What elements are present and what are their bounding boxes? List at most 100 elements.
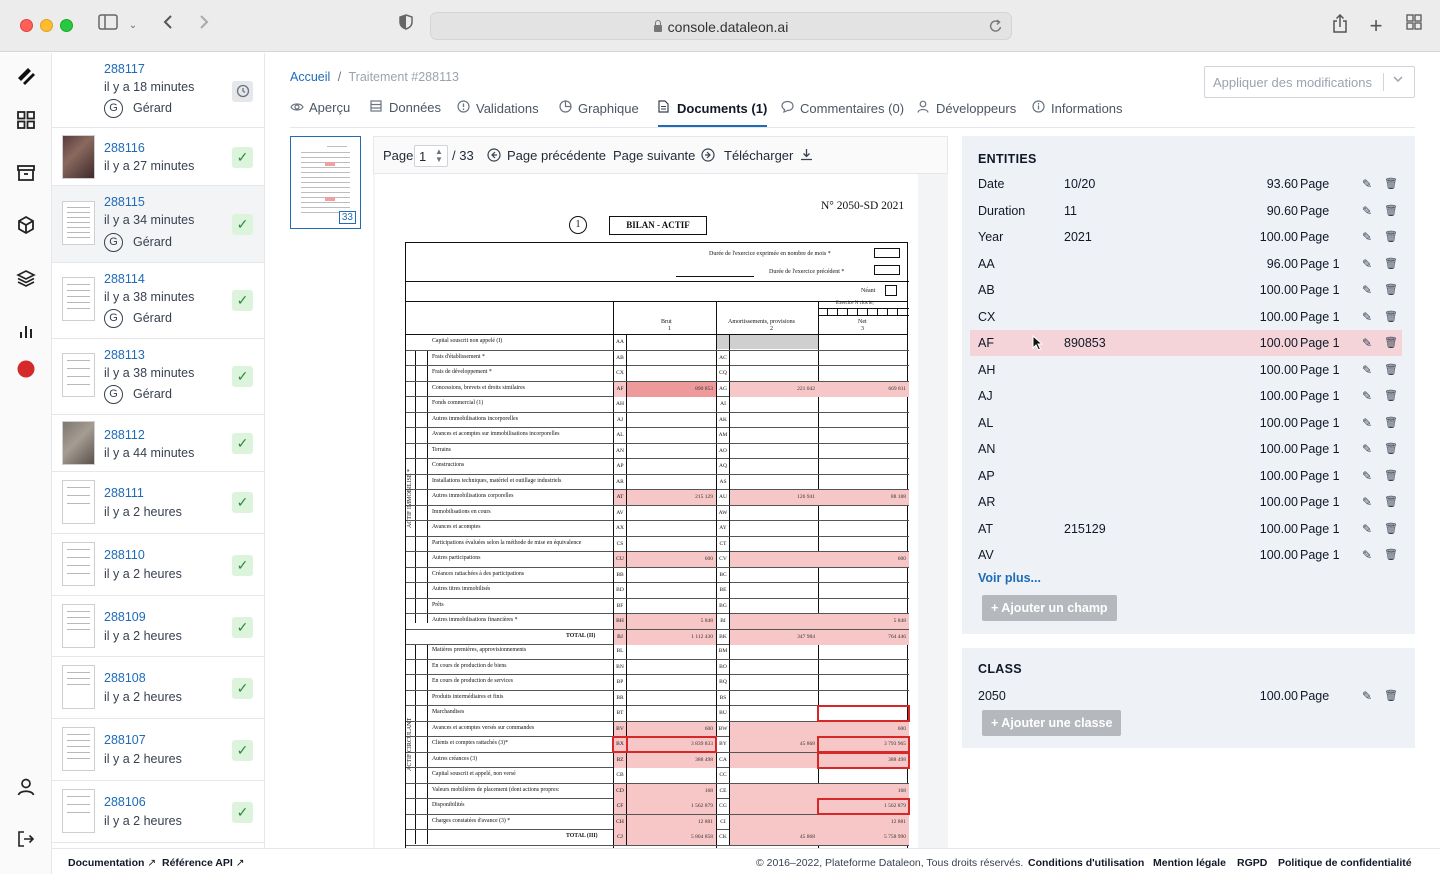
job-id[interactable]: 288116: [104, 141, 145, 155]
list-item[interactable]: 288111 il y a 2 heures ✓: [52, 472, 264, 534]
page-number-input[interactable]: 1 ▲ ▼: [414, 145, 448, 167]
trash-icon[interactable]: 🗑: [1384, 336, 1398, 349]
trash-icon[interactable]: 🗑: [1384, 389, 1398, 402]
edit-icon[interactable]: ✎: [1362, 283, 1372, 297]
job-id[interactable]: 288115: [104, 195, 145, 209]
list-item[interactable]: 288114 il y a 38 minutes G Gérard ✓: [52, 263, 264, 339]
entity-row[interactable]: AJ 100.00 Page 1 ✎ 🗑: [970, 383, 1402, 409]
reload-icon[interactable]: [989, 18, 1003, 37]
prev-page-button[interactable]: Page précédente: [487, 148, 606, 163]
trash-icon[interactable]: 🗑: [1384, 310, 1398, 323]
entity-row[interactable]: AT 215129 100.00 Page 1 ✎ 🗑: [970, 516, 1402, 542]
edit-icon[interactable]: ✎: [1362, 469, 1372, 483]
chevron-down-icon[interactable]: [1392, 73, 1404, 88]
edit-icon[interactable]: ✎: [1362, 416, 1372, 430]
trash-icon[interactable]: 🗑: [1384, 495, 1398, 508]
tab-documents[interactable]: Documents (1): [658, 100, 768, 127]
address-bar[interactable]: console.dataleon.ai: [430, 12, 1012, 40]
add-field-button[interactable]: + Ajouter un champ: [982, 595, 1117, 621]
edit-icon[interactable]: ✎: [1362, 442, 1372, 456]
job-id[interactable]: 288113: [104, 348, 145, 362]
tab-overview-icon[interactable]: [1404, 14, 1424, 38]
job-id[interactable]: 288112: [104, 428, 145, 442]
job-id[interactable]: 288117: [104, 62, 145, 76]
list-item[interactable]: 288117 il y a 18 minutes G Gérard: [52, 53, 264, 128]
breadcrumb-home-link[interactable]: Accueil: [290, 70, 330, 84]
sidebar-toggle-icon[interactable]: [96, 14, 120, 38]
edit-icon[interactable]: ✎: [1362, 336, 1372, 350]
job-id[interactable]: 288106: [104, 795, 146, 809]
job-id[interactable]: 288108: [104, 671, 146, 685]
job-id[interactable]: 288110: [104, 548, 145, 562]
list-item[interactable]: 288116 il y a 27 minutes ✓: [52, 128, 264, 186]
list-item[interactable]: 288109 il y a 2 heures ✓: [52, 596, 264, 657]
new-tab-icon[interactable]: +: [1366, 14, 1386, 38]
logout-icon[interactable]: [14, 829, 38, 853]
apply-modifications-select[interactable]: Appliquer des modifications: [1204, 66, 1415, 98]
back-icon[interactable]: [158, 14, 178, 38]
tab-donnees[interactable]: Données: [370, 100, 441, 127]
maximize-window-button[interactable]: [60, 19, 73, 32]
edit-icon[interactable]: ✎: [1362, 522, 1372, 536]
entity-row[interactable]: AB 100.00 Page 1 ✎ 🗑: [970, 277, 1402, 303]
edit-icon[interactable]: ✎: [1362, 204, 1372, 218]
layers-icon[interactable]: [14, 268, 38, 292]
edit-icon[interactable]: ✎: [1362, 363, 1372, 377]
trash-icon[interactable]: 🗑: [1384, 363, 1398, 376]
tab-informations[interactable]: Informations: [1032, 100, 1123, 127]
dashboard-icon[interactable]: [14, 110, 38, 134]
edit-icon[interactable]: ✎: [1362, 389, 1372, 403]
trash-icon[interactable]: 🗑: [1384, 469, 1398, 482]
list-item[interactable]: 288110 il y a 2 heures ✓: [52, 534, 264, 596]
trash-icon[interactable]: 🗑: [1384, 257, 1398, 270]
api-reference-link[interactable]: Référence API ↗: [162, 857, 245, 869]
share-icon[interactable]: [1330, 13, 1350, 38]
tab-validations[interactable]: Validations: [457, 100, 539, 127]
user-icon[interactable]: [14, 777, 38, 801]
see-more-link[interactable]: Voir plus...: [978, 571, 1041, 585]
tab-graphique[interactable]: Graphique: [559, 100, 639, 127]
list-item[interactable]: 288108 il y a 2 heures ✓: [52, 657, 264, 719]
entity-row[interactable]: Date 10/20 93.60 Page ✎ 🗑: [970, 171, 1402, 197]
trash-icon[interactable]: 🗑: [1384, 548, 1398, 561]
list-item[interactable]: 288113 il y a 38 minutes G Gérard ✓: [52, 339, 264, 415]
edit-icon[interactable]: ✎: [1362, 177, 1372, 191]
gdpr-link[interactable]: RGPD: [1237, 857, 1267, 869]
job-id[interactable]: 288114: [104, 272, 145, 286]
record-icon[interactable]: [14, 359, 38, 383]
trash-icon[interactable]: 🗑: [1384, 283, 1398, 296]
next-page-button[interactable]: Page suivante: [613, 148, 716, 163]
trash-icon[interactable]: 🗑: [1384, 689, 1398, 702]
entity-row[interactable]: AP 100.00 Page 1 ✎ 🗑: [970, 463, 1402, 489]
cube-icon[interactable]: [14, 215, 38, 239]
entity-row[interactable]: AR 100.00 Page 1 ✎ 🗑: [970, 489, 1402, 515]
edit-icon[interactable]: ✎: [1362, 257, 1372, 271]
legal-link[interactable]: Mention légale: [1153, 857, 1226, 869]
tab-commentaires[interactable]: Commentaires (0): [781, 100, 904, 127]
list-item[interactable]: 288112 il y a 44 minutes ✓: [52, 415, 264, 472]
job-id[interactable]: 288111: [104, 486, 144, 500]
chevron-down-icon[interactable]: ⌄: [126, 14, 140, 38]
list-item[interactable]: 288115 il y a 34 minutes G Gérard ✓: [52, 186, 264, 263]
page-stepper-icon[interactable]: ▲ ▼: [435, 148, 443, 164]
entity-row[interactable]: AH 100.00 Page 1 ✎ 🗑: [970, 357, 1402, 383]
tab-developpeurs[interactable]: Développeurs: [917, 100, 1016, 127]
trash-icon[interactable]: 🗑: [1384, 442, 1398, 455]
trash-icon[interactable]: 🗑: [1384, 230, 1398, 243]
close-window-button[interactable]: [20, 19, 33, 32]
job-id[interactable]: 288109: [104, 610, 146, 624]
entity-row[interactable]: Year 2021 100.00 Page ✎ 🗑: [970, 224, 1402, 250]
entity-row[interactable]: CX 100.00 Page 1 ✎ 🗑: [970, 304, 1402, 330]
entity-row[interactable]: AN 100.00 Page 1 ✎ 🗑: [970, 436, 1402, 462]
list-item[interactable]: 288107 il y a 2 heures ✓: [52, 719, 264, 781]
bar-chart-icon[interactable]: [14, 321, 38, 345]
trash-icon[interactable]: 🗑: [1384, 204, 1398, 217]
page-thumbnail[interactable]: 33: [290, 136, 361, 229]
edit-icon[interactable]: ✎: [1362, 230, 1372, 244]
entity-row[interactable]: AA 96.00 Page 1 ✎ 🗑: [970, 251, 1402, 277]
edit-icon[interactable]: ✎: [1362, 548, 1372, 562]
minimize-window-button[interactable]: [40, 19, 53, 32]
entity-row[interactable]: Duration 11 90.60 Page ✎ 🗑: [970, 198, 1402, 224]
archive-icon[interactable]: [14, 163, 38, 187]
tab-apercu[interactable]: Aperçu: [290, 100, 350, 127]
